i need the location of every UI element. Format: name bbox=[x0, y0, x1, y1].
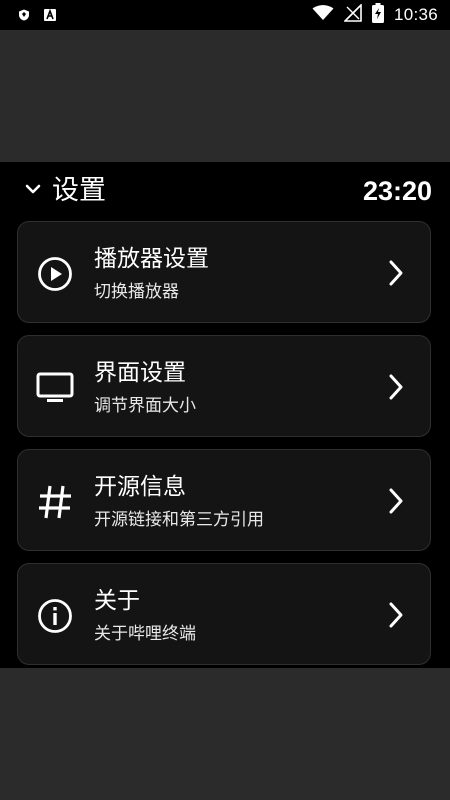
hash-icon bbox=[36, 483, 74, 521]
chevron-right-icon bbox=[386, 258, 406, 288]
page-title: 设置 bbox=[52, 175, 106, 206]
settings-item-title: 播放器设置 bbox=[94, 246, 209, 272]
status-bar: 10:36 bbox=[0, 0, 450, 30]
no-signal-icon bbox=[343, 3, 362, 26]
settings-header: 设置 23:20 bbox=[0, 162, 450, 220]
header-clock: 23:20 bbox=[362, 176, 432, 206]
settings-item-title: 关于 bbox=[94, 588, 140, 614]
chevron-right-icon bbox=[386, 372, 406, 402]
status-bar-clock: 10:36 bbox=[393, 5, 438, 24]
chevron-down-icon[interactable] bbox=[24, 180, 42, 198]
shield-icon bbox=[18, 9, 30, 21]
settings-item-player[interactable]: 播放器设置 切换播放器 bbox=[17, 221, 431, 323]
settings-item-about[interactable]: 关于 关于哔哩终端 bbox=[17, 563, 431, 665]
play-circle-icon bbox=[36, 255, 74, 293]
settings-item-subtitle: 调节界面大小 bbox=[94, 396, 196, 416]
settings-item-subtitle: 关于哔哩终端 bbox=[94, 624, 196, 644]
monitor-icon bbox=[36, 369, 74, 407]
battery-charging-icon bbox=[371, 3, 384, 27]
settings-item-title: 开源信息 bbox=[94, 474, 186, 500]
settings-item-open-source[interactable]: 开源信息 开源链接和第三方引用 bbox=[17, 449, 431, 551]
settings-item-title: 界面设置 bbox=[94, 360, 186, 386]
app-a-icon bbox=[44, 9, 56, 21]
info-icon bbox=[36, 597, 74, 635]
chevron-right-icon bbox=[386, 600, 406, 630]
settings-item-subtitle: 切换播放器 bbox=[94, 282, 179, 302]
wifi-icon bbox=[312, 5, 334, 25]
settings-item-interface[interactable]: 界面设置 调节界面大小 bbox=[17, 335, 431, 437]
settings-item-subtitle: 开源链接和第三方引用 bbox=[94, 510, 264, 530]
settings-panel: 设置 23:20 播放器设置 切换播放器 界面设置 调节界面大小 开源信息 开源… bbox=[0, 162, 450, 668]
chevron-right-icon bbox=[386, 486, 406, 516]
